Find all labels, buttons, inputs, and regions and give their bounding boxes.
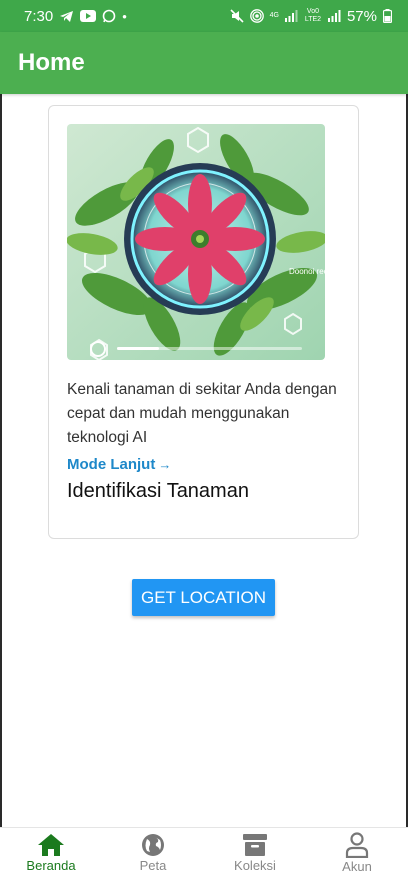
- nav-label-akun: Akun: [342, 859, 372, 873]
- whatsapp-icon: [102, 9, 116, 23]
- volte-label: Vo0 LTE2: [304, 8, 322, 23]
- card-title: Identifikasi Tanaman: [67, 480, 249, 502]
- bottom-navigation: Beranda Peta Koleksi Akun: [0, 827, 408, 873]
- youtube-icon: [80, 10, 97, 22]
- page-title: Home: [18, 49, 85, 76]
- mode-lanjut-label: Mode Lanjut: [67, 456, 156, 473]
- dot-icon: •: [122, 8, 127, 24]
- archive-icon: [241, 832, 269, 857]
- signal-1-icon: [284, 10, 298, 22]
- nav-item-beranda[interactable]: Beranda: [0, 828, 102, 873]
- status-right: 4G Vo0 LTE2 57%: [230, 8, 392, 25]
- app-bar: Home: [0, 32, 408, 94]
- nav-label-peta: Peta: [139, 858, 167, 873]
- arrow-right-icon: →: [158, 457, 172, 472]
- status-bar: 7:30 • 4G Vo0 LTE2 57%: [0, 0, 408, 32]
- status-time: 7:30: [24, 7, 54, 25]
- image-overlay-text: Doonoi recatic: [289, 267, 325, 276]
- network-4g-label: 4G: [269, 12, 279, 19]
- mode-lanjut-link[interactable]: Mode Lanjut →: [67, 456, 171, 473]
- user-icon: [343, 832, 371, 858]
- nav-label-koleksi: Koleksi: [234, 858, 276, 873]
- nav-item-peta[interactable]: Peta: [102, 828, 204, 873]
- telegram-icon: [59, 10, 74, 23]
- plant-identification-card[interactable]: Doonoi recatic Kenali tanaman di sekitar…: [48, 105, 359, 539]
- nav-item-koleksi[interactable]: Koleksi: [204, 828, 306, 873]
- mute-icon: [230, 9, 244, 23]
- nav-item-akun[interactable]: Akun: [306, 828, 408, 873]
- home-icon: [37, 832, 65, 857]
- card-description: Kenali tanaman di sekitar Anda dengan ce…: [67, 381, 337, 446]
- battery-percent: 57%: [346, 7, 377, 25]
- globe-icon: [139, 832, 167, 857]
- battery-icon: [383, 9, 392, 23]
- hotspot-icon: [249, 9, 264, 23]
- signal-2-icon: [327, 10, 341, 22]
- get-location-button[interactable]: GET LOCATION: [132, 579, 275, 616]
- status-left: 7:30 •: [24, 8, 127, 25]
- plant-illustration-image: Doonoi recatic: [67, 124, 325, 360]
- nav-label-beranda: Beranda: [26, 858, 76, 873]
